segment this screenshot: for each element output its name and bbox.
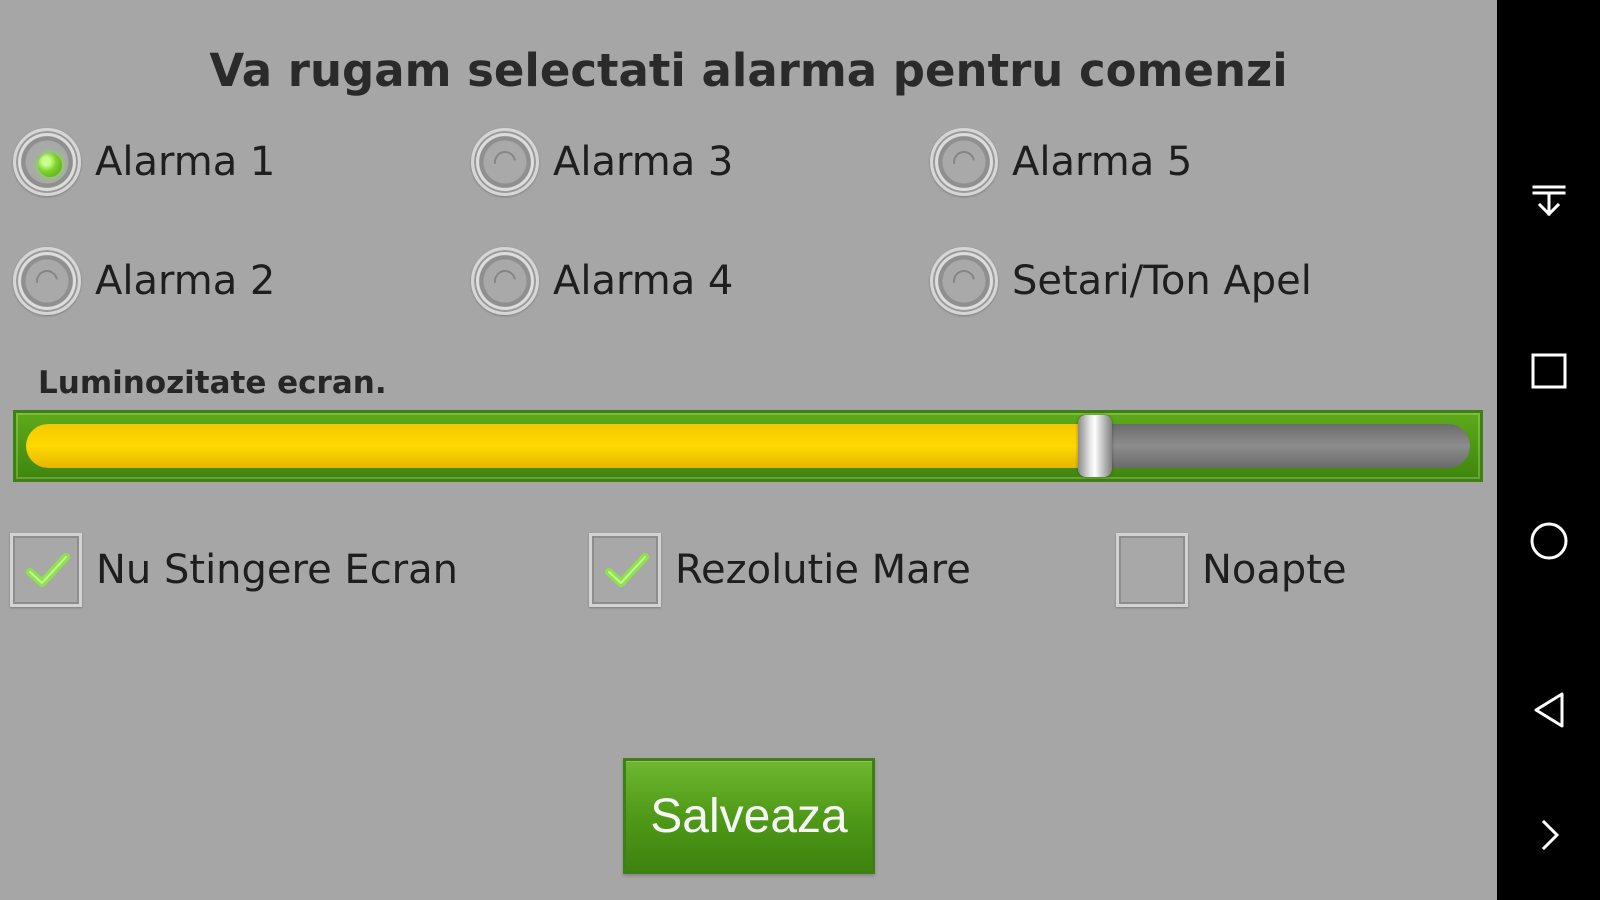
android-navigation-bar — [1497, 0, 1600, 900]
radio-alarma-1-label: Alarma 1 — [95, 139, 276, 185]
checkbox-rezolutie-mare[interactable]: Rezolutie Mare — [589, 533, 971, 607]
save-button[interactable]: Salveaza — [623, 758, 875, 874]
brightness-slider-fill — [26, 424, 1095, 468]
checkmark-icon — [26, 553, 70, 587]
checkbox-rezolutie-mare-box[interactable] — [589, 533, 661, 607]
brightness-label: Luminozitate ecran. — [38, 365, 387, 401]
checkbox-nu-stingere-ecran-box[interactable] — [10, 533, 82, 607]
radio-alarma-5-indicator[interactable] — [930, 128, 998, 196]
alarm-settings-panel: Va rugam selectati alarma pentru comenzi… — [0, 0, 1497, 900]
back-icon[interactable] — [1529, 690, 1569, 730]
radio-alarma-4[interactable]: Alarma 4 — [471, 242, 733, 320]
checkbox-nu-stingere-ecran-label: Nu Stingere Ecran — [96, 547, 458, 593]
more-icon[interactable] — [1529, 815, 1569, 855]
recent-apps-icon[interactable] — [1529, 351, 1569, 391]
checkmark-icon — [605, 553, 649, 587]
checkbox-noapte[interactable]: Noapte — [1116, 533, 1347, 607]
radio-alarma-2[interactable]: Alarma 2 — [13, 242, 275, 320]
radio-alarma-3-indicator[interactable] — [471, 128, 539, 196]
radio-setari-ton-apel[interactable]: Setari/Ton Apel — [930, 242, 1312, 320]
brightness-slider-thumb[interactable] — [1077, 415, 1112, 477]
radio-setari-ton-apel-label: Setari/Ton Apel — [1012, 258, 1312, 304]
checkbox-noapte-label: Noapte — [1202, 547, 1347, 593]
radio-alarma-4-indicator[interactable] — [471, 247, 539, 315]
brightness-slider[interactable] — [13, 410, 1483, 482]
radio-alarma-2-indicator[interactable] — [13, 247, 81, 315]
checkbox-rezolutie-mare-label: Rezolutie Mare — [675, 547, 971, 593]
radio-alarma-3-label: Alarma 3 — [553, 139, 734, 185]
radio-alarma-2-label: Alarma 2 — [95, 258, 276, 304]
checkbox-nu-stingere-ecran[interactable]: Nu Stingere Ecran — [10, 533, 458, 607]
radio-alarma-3[interactable]: Alarma 3 — [471, 123, 733, 201]
radio-setari-ton-apel-indicator[interactable] — [930, 247, 998, 315]
brightness-slider-track[interactable] — [26, 424, 1470, 468]
download-icon[interactable] — [1529, 180, 1569, 220]
radio-alarma-5[interactable]: Alarma 5 — [930, 123, 1192, 201]
app-screen: Va rugam selectati alarma pentru comenzi… — [0, 0, 1600, 900]
radio-alarma-1-indicator[interactable] — [13, 128, 81, 196]
home-icon[interactable] — [1529, 521, 1569, 561]
checkbox-noapte-box[interactable] — [1116, 533, 1188, 607]
radio-alarma-1[interactable]: Alarma 1 — [13, 123, 275, 201]
page-title: Va rugam selectati alarma pentru comenzi — [209, 44, 1288, 97]
radio-alarma-4-label: Alarma 4 — [553, 258, 734, 304]
radio-alarma-5-label: Alarma 5 — [1012, 139, 1193, 185]
